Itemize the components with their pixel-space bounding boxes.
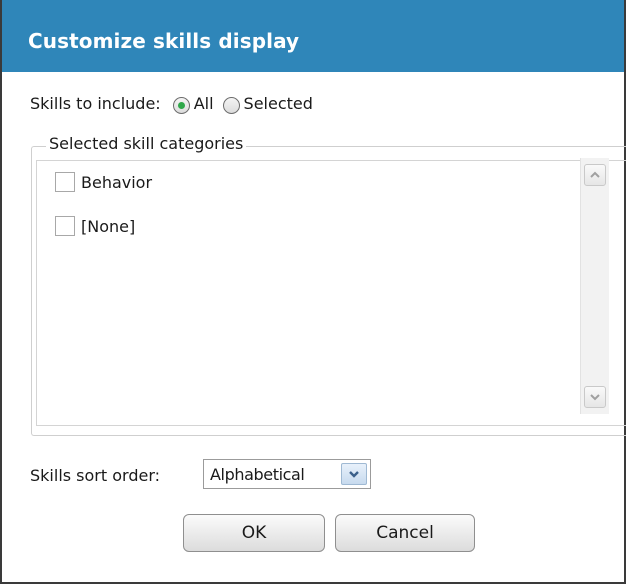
radio-option-selected[interactable]: Selected bbox=[222, 94, 313, 114]
chevron-up-icon bbox=[590, 171, 600, 178]
list-item[interactable]: Behavior bbox=[55, 172, 152, 192]
sort-order-value[interactable]: Alphabetical bbox=[210, 465, 305, 484]
sort-order-label: Skills sort order: bbox=[30, 465, 161, 485]
radio-all-icon[interactable] bbox=[172, 96, 190, 114]
sort-order-dropdown-button[interactable] bbox=[341, 463, 367, 485]
customize-skills-dialog: Customize skills display Skills to inclu… bbox=[0, 0, 626, 584]
radio-selected-icon[interactable] bbox=[222, 96, 240, 114]
list-item-label: Behavior bbox=[81, 172, 153, 192]
list-item[interactable]: [None] bbox=[55, 216, 135, 236]
checkbox-behavior[interactable] bbox=[55, 172, 75, 192]
ok-button[interactable]: OK bbox=[183, 514, 325, 552]
dialog-title-bar: Customize skills display bbox=[2, 0, 624, 72]
sort-order-select[interactable]: Alphabetical bbox=[203, 459, 371, 489]
skill-categories-legend: Selected skill categories bbox=[46, 134, 247, 153]
scroll-down-button[interactable] bbox=[584, 386, 606, 408]
chevron-down-icon bbox=[590, 394, 600, 401]
skills-include-row: Skills to include: All Selected bbox=[30, 91, 313, 115]
dialog-title: Customize skills display bbox=[28, 29, 300, 53]
scroll-up-button[interactable] bbox=[584, 164, 606, 186]
radio-selected-label[interactable]: Selected bbox=[244, 94, 313, 113]
checkbox-none[interactable] bbox=[55, 216, 75, 236]
radio-option-all[interactable]: All bbox=[172, 94, 214, 114]
sort-order-row: Skills sort order: bbox=[30, 460, 160, 490]
chevron-down-icon bbox=[349, 471, 359, 478]
list-item-label: [None] bbox=[81, 216, 136, 236]
skill-categories-list[interactable]: Behavior [None] bbox=[36, 160, 626, 426]
cancel-button[interactable]: Cancel bbox=[335, 514, 475, 552]
list-scrollbar[interactable] bbox=[580, 158, 609, 414]
skills-include-label: Skills to include: bbox=[30, 93, 161, 113]
radio-all-label[interactable]: All bbox=[194, 94, 214, 113]
